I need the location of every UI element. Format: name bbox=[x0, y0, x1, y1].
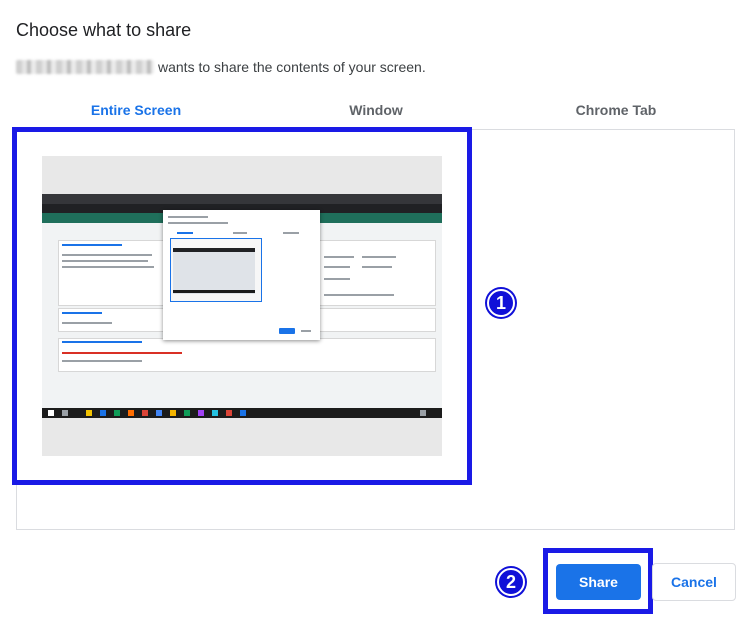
subtitle-text: wants to share the contents of your scre… bbox=[158, 59, 426, 75]
share-button[interactable]: Share bbox=[556, 564, 641, 600]
tab-window[interactable]: Window bbox=[256, 96, 496, 128]
screen-thumbnail bbox=[42, 194, 442, 418]
nested-share-dialog-preview bbox=[163, 210, 320, 340]
blurred-site-name bbox=[16, 60, 154, 74]
cancel-button[interactable]: Cancel bbox=[652, 563, 736, 601]
step-1-badge: 1 bbox=[487, 289, 515, 317]
tab-chrome-tab[interactable]: Chrome Tab bbox=[496, 96, 736, 128]
tab-entire-screen[interactable]: Entire Screen bbox=[16, 96, 256, 128]
step-2-badge: 2 bbox=[497, 568, 525, 596]
dialog-subtitle: wants to share the contents of your scre… bbox=[16, 59, 426, 75]
dialog-title: Choose what to share bbox=[16, 20, 192, 40]
source-tabs: Entire Screen Window Chrome Tab bbox=[16, 96, 736, 128]
screen-source-card[interactable] bbox=[42, 156, 442, 456]
